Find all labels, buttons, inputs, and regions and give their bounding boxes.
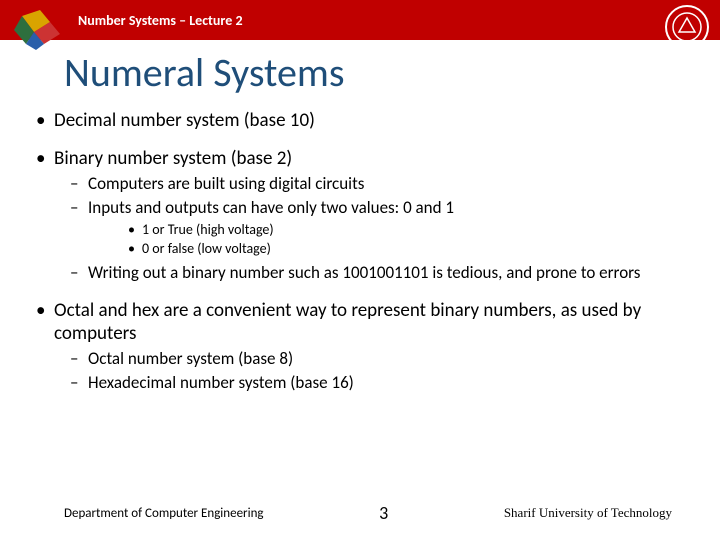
bullet-octal-hex-text: Octal and hex are a convenient way to re…: [54, 299, 641, 346]
sub-digital-circuits: Computers are built using digital circui…: [54, 173, 684, 195]
footer: Department of Computer Engineering 3 Sha…: [0, 502, 720, 524]
bullet-binary-text: Binary number system (base 2): [54, 147, 292, 170]
slide-title: Numeral Systems: [64, 48, 720, 97]
footer-department: Department of Computer Engineering: [64, 506, 264, 521]
sub-octal: Octal number system (base 8): [54, 348, 684, 370]
puzzle-logo-icon: [12, 4, 66, 52]
sub-hex: Hexadecimal number system (base 16): [54, 372, 684, 394]
footer-university: Sharif University of Technology: [504, 505, 672, 521]
content-area: Decimal number system (base 10) Binary n…: [0, 109, 720, 394]
footer-page-number: 3: [379, 502, 388, 524]
sub-two-values-text: Inputs and outputs can have only two val…: [88, 197, 454, 218]
bullet-octal-hex: Octal and hex are a convenient way to re…: [36, 299, 684, 395]
bullet-binary: Binary number system (base 2) Computers …: [36, 147, 684, 285]
subsub-zero-false: 0 or false (low voltage): [88, 240, 684, 259]
subsub-one-true: 1 or True (high voltage): [88, 221, 684, 240]
bullet-decimal: Decimal number system (base 10): [36, 109, 684, 133]
sub-tedious: Writing out a binary number such as 1001…: [54, 262, 684, 284]
university-seal-icon: [664, 4, 710, 50]
sub-two-values: Inputs and outputs can have only two val…: [54, 197, 684, 259]
header-bar: Number Systems – Lecture 2: [0, 0, 720, 40]
lecture-label: Number Systems – Lecture 2: [78, 12, 243, 29]
